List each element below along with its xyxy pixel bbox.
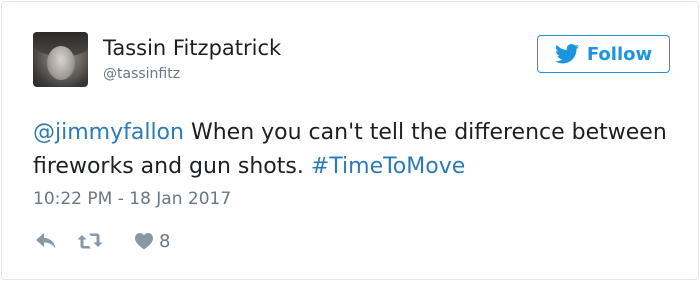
hashtag-link[interactable]: #TimeToMove (311, 154, 465, 179)
retweet-button[interactable] (57, 232, 103, 250)
author-handle[interactable]: @tassinfitz (103, 66, 180, 82)
avatar[interactable] (33, 32, 88, 87)
avatar-face (47, 46, 75, 80)
reply-button[interactable] (35, 232, 57, 250)
tweet-card: Tassin Fitzpatrick @tassinfitz Follow @j… (1, 1, 699, 280)
like-button[interactable]: 8 (103, 231, 170, 252)
heart-icon (135, 232, 153, 249)
author-name[interactable]: Tassin Fitzpatrick (103, 36, 281, 60)
reply-icon (36, 233, 56, 249)
tweet-text: @jimmyfallon When you can't tell the dif… (33, 116, 673, 184)
follow-button[interactable]: Follow (537, 35, 670, 73)
follow-button-label: Follow (586, 43, 653, 65)
twitter-bird-icon (554, 44, 579, 64)
retweet-icon (77, 233, 103, 249)
mention-link[interactable]: @jimmyfallon (33, 120, 184, 145)
like-count: 8 (159, 230, 171, 252)
tweet-timestamp[interactable]: 10:22 PM - 18 Jan 2017 (33, 189, 231, 209)
tweet-actions: 8 (35, 230, 170, 252)
